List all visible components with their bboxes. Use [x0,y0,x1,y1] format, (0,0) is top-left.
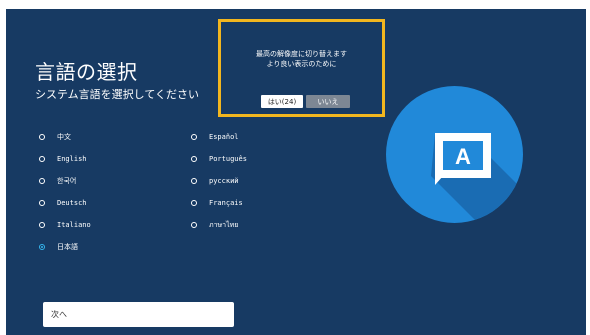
language-label: 中文 [57,133,71,141]
language-option-russian[interactable]: русский [191,174,239,188]
language-setup-screen: 言語の選択 システム言語を選択してください 中文 English 한국어 Deu… [6,9,586,335]
language-option-chinese[interactable]: 中文 [39,130,71,144]
radio-icon [39,178,45,184]
dialog-message: 最高の解像度に切り替えます より良い表示のために [221,49,382,69]
language-option-english[interactable]: English [39,152,87,166]
yes-button[interactable]: はい(24) [261,95,303,108]
language-label: Português [209,155,247,163]
page-subtitle: システム言語を選択してください [35,88,200,101]
language-label: Italiano [57,221,91,229]
language-option-german[interactable]: Deutsch [39,196,87,210]
radio-icon [191,200,197,206]
radio-icon [39,200,45,206]
language-label: Español [209,133,239,141]
language-label: Français [209,199,243,207]
letter-a-glyph: A [455,144,471,169]
language-option-japanese[interactable]: 日本語 [39,240,78,254]
language-option-korean[interactable]: 한국어 [39,174,76,188]
language-icon: A [386,86,523,223]
next-button[interactable]: 次へ [43,302,234,327]
language-label: Deutsch [57,199,87,207]
no-button[interactable]: いいえ [306,95,350,108]
radio-selected-icon [39,244,45,250]
language-option-spanish[interactable]: Español [191,130,239,144]
radio-icon [191,222,197,228]
radio-icon [191,178,197,184]
language-label: English [57,155,87,163]
language-option-italian[interactable]: Italiano [39,218,91,232]
language-label: 日本語 [57,243,78,251]
dialog-message-line1: 最高の解像度に切り替えます [256,50,347,58]
radio-icon [39,156,45,162]
resolution-dialog: 最高の解像度に切り替えます より良い表示のために はい(24) いいえ [218,19,385,117]
language-label: русский [209,177,239,185]
radio-icon [191,134,197,140]
language-label: ภาษาไทย [209,220,239,229]
language-option-portuguese[interactable]: Português [191,152,247,166]
language-option-french[interactable]: Français [191,196,243,210]
dialog-message-line2: より良い表示のために [266,60,337,68]
radio-icon [191,156,197,162]
page-title: 言語の選択 [35,60,138,84]
radio-icon [39,134,45,140]
language-label: 한국어 [57,177,77,185]
radio-icon [39,222,45,228]
language-option-thai[interactable]: ภาษาไทย [191,218,238,232]
